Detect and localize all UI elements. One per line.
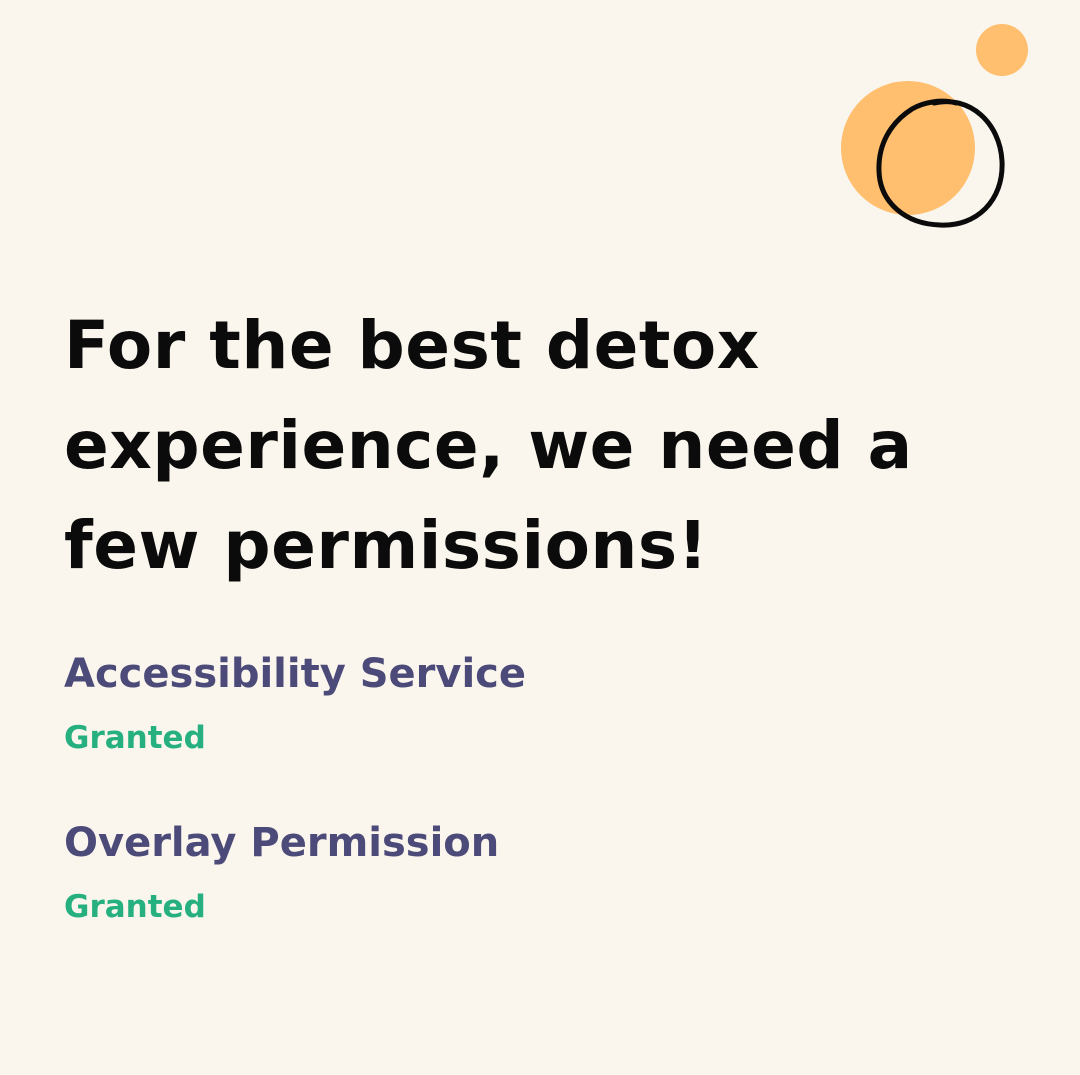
- permission-title: Overlay Permission: [64, 820, 500, 866]
- permission-item-overlay[interactable]: Overlay Permission Granted: [64, 819, 964, 927]
- permission-item-accessibility[interactable]: Accessibility Service Granted: [64, 650, 964, 758]
- permission-title: Accessibility Service: [64, 651, 527, 697]
- sun-moon-doodle-icon: [841, 24, 1028, 228]
- permissions-screen: { "headline": "For the best detox experi…: [0, 0, 1080, 1075]
- permission-status: Granted: [64, 720, 206, 756]
- small-orange-dot: [976, 24, 1028, 76]
- permission-status: Granted: [64, 889, 206, 925]
- page-title: For the best detox experience, we need a…: [64, 307, 913, 584]
